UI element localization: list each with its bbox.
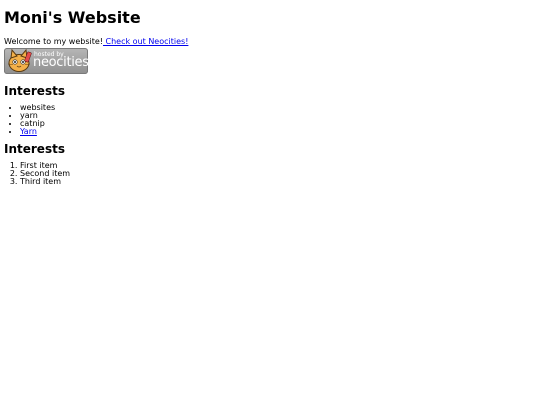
list-item: yarn xyxy=(20,112,536,120)
neocities-cat-icon xyxy=(7,49,32,72)
interests-numbered-list: First item Second item Third item xyxy=(4,162,536,186)
welcome-paragraph: Welcome to my website! Check out Neociti… xyxy=(4,37,536,47)
yarn-link[interactable]: Yarn xyxy=(20,127,37,136)
list-item: catnip xyxy=(20,120,536,128)
list-item: websites xyxy=(20,104,536,112)
page-content: Moni's Website Welcome to my website! Ch… xyxy=(0,8,540,186)
neocities-link[interactable]: Check out Neocities! xyxy=(103,37,189,46)
badge-brand-label: neocities xyxy=(33,55,88,70)
interests-heading-second: Interests xyxy=(4,142,65,156)
welcome-text: Welcome to my website! xyxy=(4,37,103,46)
hosted-by-neocities-badge[interactable]: hosted by neocities xyxy=(4,48,88,74)
list-item: Third item xyxy=(20,178,536,186)
list-item: Second item xyxy=(20,170,536,178)
list-item: Yarn xyxy=(20,128,536,136)
list-item: First item xyxy=(20,162,536,170)
interests-heading: Interests xyxy=(4,84,65,98)
page-title: Moni's Website xyxy=(4,8,141,27)
interests-bullet-list: websites yarn catnip Yarn xyxy=(4,104,536,136)
